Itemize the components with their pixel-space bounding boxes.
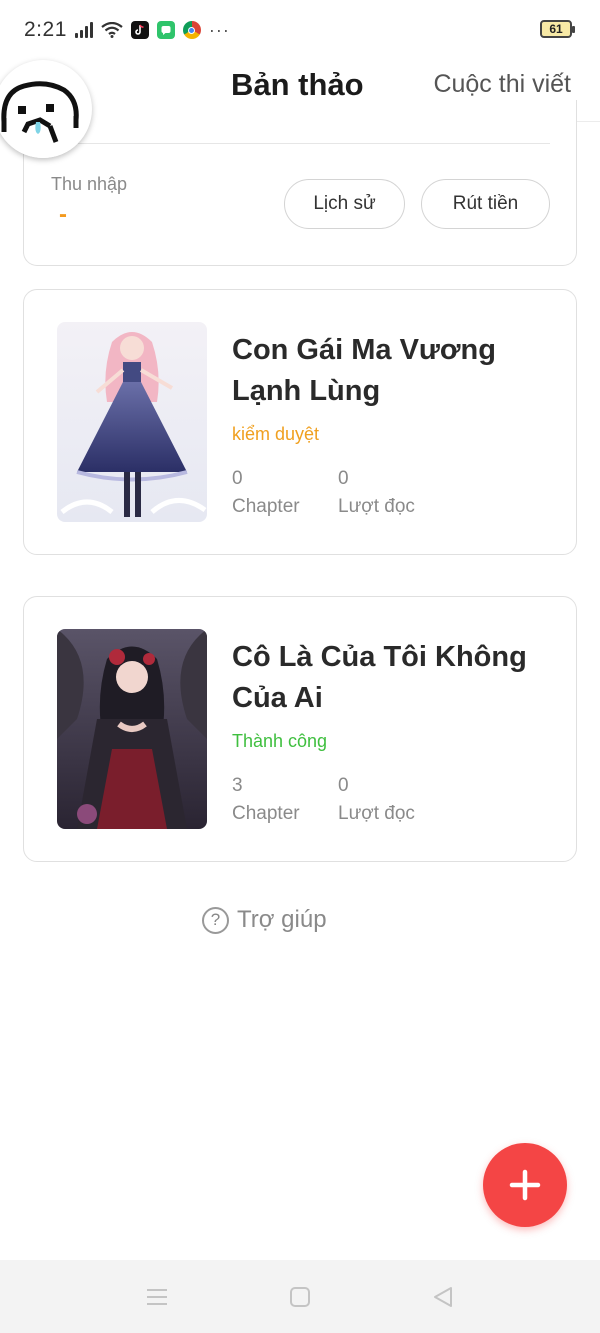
status-icons: ··· [74,19,230,41]
divider [50,143,550,144]
home-icon[interactable] [285,1282,315,1312]
wifi-icon [101,22,123,38]
read-count: 0 Lượt đọc [338,772,415,828]
menu-icon[interactable] [142,1282,172,1312]
read-count-value: 0 [338,775,349,796]
story-status: Thành công [232,731,328,751]
withdraw-button[interactable]: Rút tiền [421,179,550,229]
status-bar: 2:21 ··· 61 [0,0,600,60]
help-label: Trợ giúp [237,906,327,933]
chapter-count-label: Chapter [232,803,300,824]
signal-icon [74,22,93,38]
story-cover-image [57,629,207,829]
battery-level: 61 [549,22,563,36]
history-button[interactable]: Lịch sử [284,179,405,229]
system-nav-bar [0,1260,600,1333]
story-title: Cô Là Của Tôi Không Của Ai [232,641,527,714]
chapter-count: 0 Chapter [232,465,300,521]
chat-icon [156,21,175,39]
read-count-label: Lượt đọc [338,496,415,517]
help-icon: ? [202,906,229,934]
chapter-count: 3 Chapter [232,772,300,828]
story-card[interactable]: Con Gái Ma Vương Lạnh Lùng kiểm duyệt 0 … [23,289,577,555]
chapter-count-label: Chapter [232,496,300,517]
story-cover-image [57,322,207,522]
help-link[interactable]: ? Trợ giúp [202,906,327,934]
story-status: kiểm duyệt [232,424,320,444]
plus-icon [509,1169,541,1201]
read-count-value: 0 [338,468,349,489]
chapter-count-value: 3 [232,775,243,796]
read-count-label: Lượt đọc [338,803,415,824]
tab-writing-contest[interactable]: Cuộc thi viết [433,70,571,99]
income-card: Thu nhập - Lịch sử Rút tiền [23,100,577,266]
income-label: Thu nhập [51,174,128,194]
chapter-count-value: 0 [232,468,243,489]
story-card[interactable]: Cô Là Của Tôi Không Của Ai Thành công 3 … [23,596,577,862]
story-title: Con Gái Ma Vương Lạnh Lùng [232,334,496,407]
back-icon[interactable] [428,1282,458,1312]
tab-drafts[interactable]: Bản thảo [231,67,364,103]
tiktok-icon [130,21,149,39]
more-icon: ··· [208,19,230,40]
chrome-icon [182,21,201,39]
battery-icon: 61 [540,20,575,38]
read-count: 0 Lượt đọc [338,465,415,521]
status-time: 2:21 [24,18,67,41]
add-story-button[interactable] [483,1143,567,1227]
income-value: - [59,201,67,228]
